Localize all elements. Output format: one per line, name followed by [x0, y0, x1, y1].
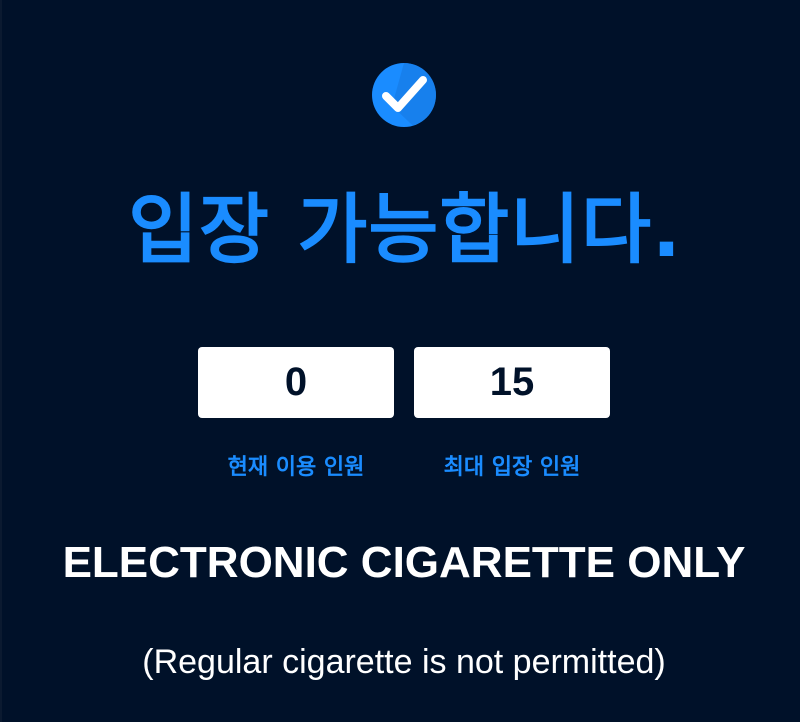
entry-status-message: 입장 가능합니다. [128, 185, 682, 274]
notice-title: ELECTRONIC CIGARETTE ONLY [62, 538, 746, 587]
kiosk-screen: 입장 가능합니다. 0 15 현재 이용 인원 최대 입장 인원 ELECTRO… [0, 0, 800, 722]
notice-subtitle: (Regular cigarette is not permitted) [142, 643, 666, 681]
current-occupancy-label: 현재 이용 인원 [227, 455, 365, 480]
max-capacity-label: 최대 입장 인원 [443, 455, 581, 480]
current-occupancy-value: 0 [198, 347, 394, 418]
left-edge-divider [0, 0, 2, 722]
check-circle-icon [371, 62, 437, 128]
max-capacity-value: 15 [414, 347, 610, 418]
